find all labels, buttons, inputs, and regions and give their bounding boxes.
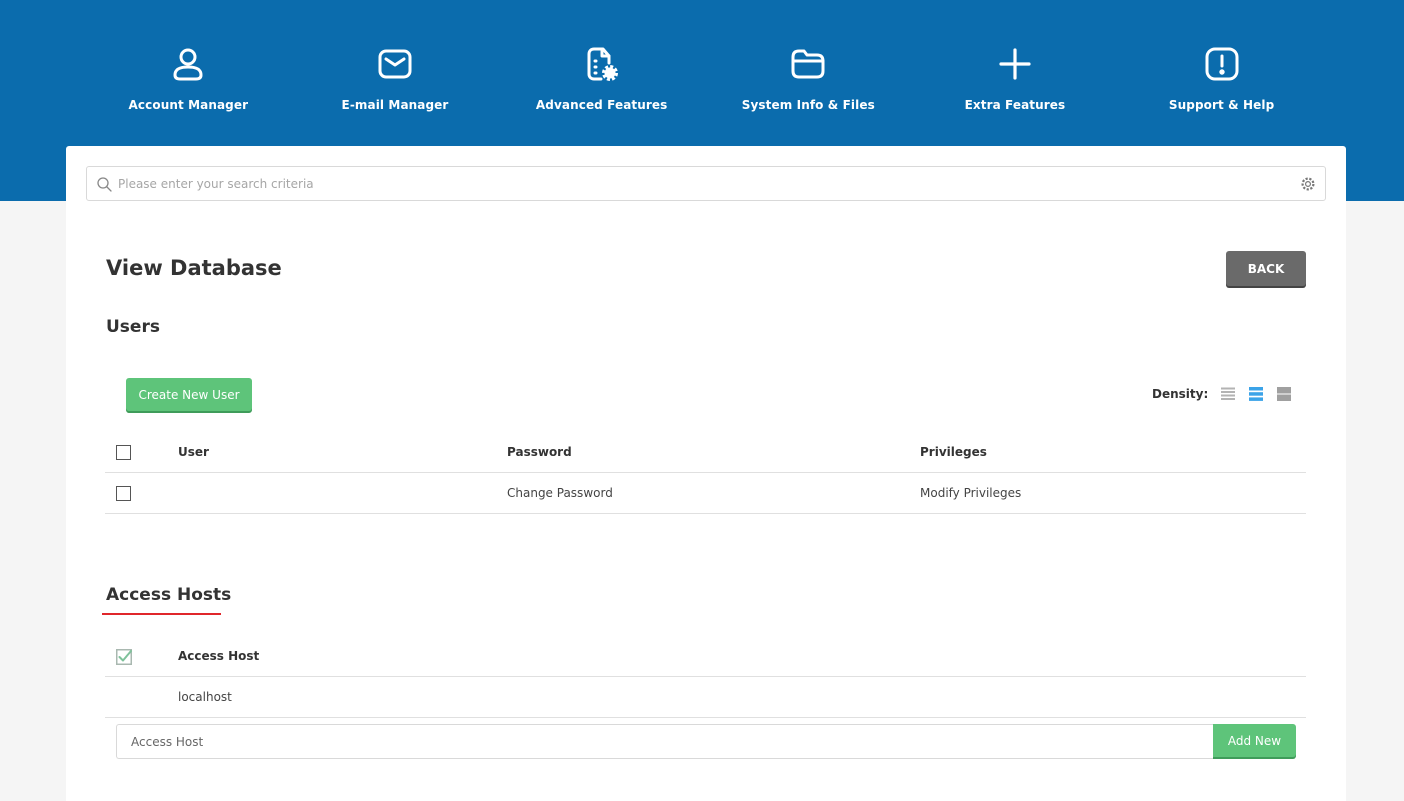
- density-comfortable-icon[interactable]: [1276, 386, 1292, 402]
- nav-advanced-features-label: Advanced Features: [535, 98, 668, 112]
- users-section-title: Users: [106, 317, 160, 337]
- create-new-user-button[interactable]: Create New User: [126, 378, 252, 411]
- table-row: localhost: [105, 677, 1306, 718]
- add-access-host-form: Add New: [116, 724, 1296, 759]
- nav-extra-features-label: Extra Features: [964, 98, 1066, 112]
- gear-icon[interactable]: [1300, 176, 1316, 192]
- plus-icon: [999, 48, 1031, 80]
- access-hosts-table: Access Host localhost: [105, 636, 1306, 718]
- user-icon: [173, 48, 203, 81]
- content-card: View Database BACK Users Create New User…: [66, 146, 1346, 801]
- nav-advanced-features[interactable]: Advanced Features: [498, 44, 705, 124]
- nav-email-manager[interactable]: E-mail Manager: [292, 44, 499, 124]
- access-hosts-section-title: Access Hosts: [106, 585, 232, 605]
- column-header-privileges: Privileges: [920, 445, 987, 459]
- envelope-icon: [378, 49, 412, 79]
- page-title: View Database: [106, 256, 282, 280]
- back-button[interactable]: BACK: [1226, 251, 1306, 286]
- access-host-cell: localhost: [178, 690, 232, 704]
- hosts-table-header: Access Host: [105, 636, 1306, 677]
- column-header-access-host: Access Host: [178, 649, 260, 663]
- nav-system-info-files[interactable]: System Info & Files: [705, 44, 912, 124]
- access-host-input[interactable]: [116, 724, 1214, 759]
- add-new-host-button[interactable]: Add New: [1213, 724, 1296, 757]
- main-nav: Account Manager E-mail Manager Advanced …: [85, 44, 1325, 124]
- density-control: Density:: [1152, 386, 1304, 402]
- access-hosts-underline: [102, 613, 221, 615]
- nav-system-info-files-label: System Info & Files: [741, 98, 875, 112]
- table-row: Change Password Modify Privileges: [105, 473, 1306, 514]
- column-header-user: User: [178, 445, 209, 459]
- document-gear-icon: [587, 47, 618, 81]
- search-icon: [97, 177, 112, 192]
- density-compact-icon[interactable]: [1220, 386, 1236, 402]
- nav-extra-features[interactable]: Extra Features: [912, 44, 1119, 124]
- alert-icon: [1205, 47, 1239, 81]
- column-header-password: Password: [507, 445, 572, 459]
- search-input[interactable]: [118, 167, 1298, 200]
- nav-email-manager-label: E-mail Manager: [341, 98, 449, 112]
- change-password-link[interactable]: Change Password: [507, 473, 613, 514]
- nav-account-manager[interactable]: Account Manager: [85, 44, 292, 124]
- users-table: User Password Privileges Change Password…: [105, 432, 1306, 514]
- nav-support-help-label: Support & Help: [1168, 98, 1275, 112]
- nav-account-manager-label: Account Manager: [128, 98, 249, 112]
- density-medium-icon[interactable]: [1248, 386, 1264, 402]
- row-checkbox[interactable]: [116, 486, 131, 501]
- nav-support-help[interactable]: Support & Help: [1118, 44, 1325, 124]
- users-table-header: User Password Privileges: [105, 432, 1306, 473]
- select-all-users-checkbox[interactable]: [116, 445, 131, 460]
- modify-privileges-link[interactable]: Modify Privileges: [920, 473, 1021, 514]
- folder-icon: [791, 49, 825, 79]
- density-label: Density:: [1152, 387, 1209, 401]
- select-all-hosts-checkbox[interactable]: [116, 649, 132, 665]
- search-bar: [86, 166, 1326, 201]
